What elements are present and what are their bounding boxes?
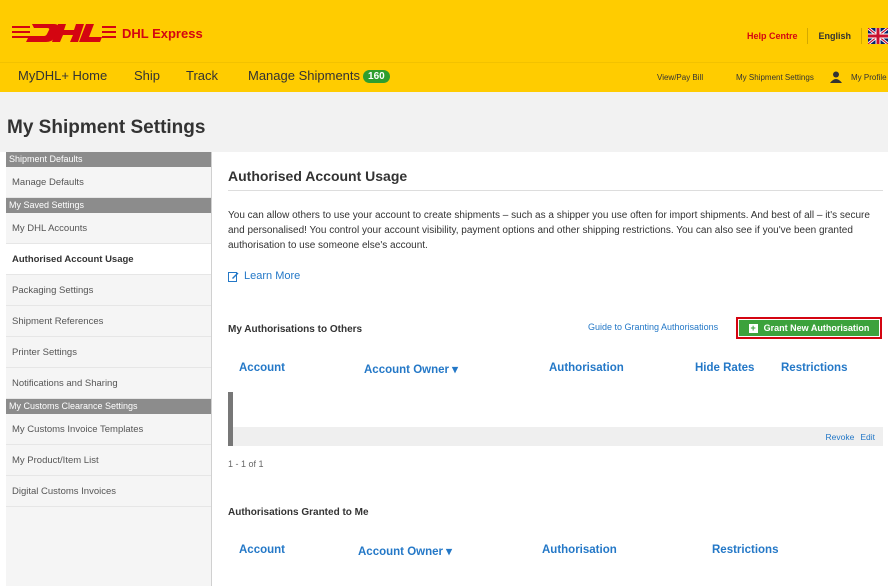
- sidebar-heading: Shipment Defaults: [6, 152, 211, 167]
- divider: [228, 190, 883, 191]
- sidebar-item-authorised-account-usage[interactable]: Authorised Account Usage: [6, 244, 211, 275]
- sidebar-heading: My Saved Settings: [6, 198, 211, 213]
- sidebar-item-printer-settings[interactable]: Printer Settings: [6, 337, 211, 368]
- sidebar-heading: My Customs Clearance Settings: [6, 399, 211, 414]
- learn-more-label: Learn More: [244, 270, 301, 282]
- col-hide-rates[interactable]: Hide Rates: [695, 362, 754, 374]
- nav-view-pay-bill[interactable]: View/Pay Bill: [657, 73, 703, 82]
- nav-ship[interactable]: Ship: [134, 68, 160, 83]
- guide-link[interactable]: Guide to Granting Authorisations: [588, 322, 718, 332]
- plus-icon: +: [748, 322, 758, 333]
- description-text: You can allow others to use your account…: [228, 210, 870, 251]
- nav-home[interactable]: MyDHL+ Home: [18, 68, 107, 83]
- grant-new-authorisation-button[interactable]: + Grant New Authorisation: [739, 320, 879, 336]
- sidebar-item-digital-invoices[interactable]: Digital Customs Invoices: [6, 476, 211, 507]
- table-row: Revoke Edit: [228, 392, 883, 446]
- nav-manage-shipments[interactable]: Manage Shipments 160: [248, 68, 390, 83]
- col-account[interactable]: Account: [239, 544, 285, 556]
- main-nav: MyDHL+ Home Ship Track Manage Shipments 1…: [0, 62, 888, 92]
- nav-my-profile[interactable]: My Profile: [851, 73, 887, 82]
- nav-manage-label: Manage Shipments: [248, 68, 361, 83]
- col-account-owner[interactable]: Account Owner ▾: [358, 544, 452, 558]
- sidebar-item-manage-defaults[interactable]: Manage Defaults: [6, 167, 211, 198]
- my-authorisations-title: My Authorisations to Others: [228, 324, 363, 335]
- sidebar-item-shipment-references[interactable]: Shipment References: [6, 306, 211, 337]
- nav-shipment-settings[interactable]: My Shipment Settings: [736, 73, 814, 82]
- col-account-owner[interactable]: Account Owner ▾: [364, 362, 458, 376]
- help-centre-link[interactable]: Help Centre: [747, 28, 809, 44]
- brand-row: DHL Express Help Centre English: [0, 8, 888, 48]
- row-footer: Revoke Edit: [233, 427, 883, 446]
- col-restrictions[interactable]: Restrictions: [712, 544, 778, 556]
- grant-button-highlight: + Grant New Authorisation: [736, 317, 882, 339]
- granted-to-me-title: Authorisations Granted to Me: [228, 507, 369, 518]
- col-account[interactable]: Account: [239, 362, 285, 374]
- sidebar-item-product-list[interactable]: My Product/Item List: [6, 445, 211, 476]
- col-restrictions[interactable]: Restrictions: [781, 362, 847, 374]
- learn-more-link[interactable]: Learn More: [228, 270, 300, 282]
- sidebar-item-packaging-settings[interactable]: Packaging Settings: [6, 275, 211, 306]
- shipments-count-badge: 160: [363, 70, 390, 83]
- grant-button-label: Grant New Authorisation: [763, 323, 870, 333]
- dhl-logo-icon[interactable]: [12, 22, 116, 44]
- uk-flag-icon[interactable]: [868, 28, 888, 44]
- pagination-count: 1 - 1 of 1: [228, 459, 264, 469]
- language-selector[interactable]: English: [808, 28, 862, 44]
- settings-sidebar: Shipment Defaults Manage Defaults My Sav…: [6, 152, 212, 586]
- brand-name: DHL Express: [122, 26, 203, 41]
- sidebar-item-invoice-templates[interactable]: My Customs Invoice Templates: [6, 414, 211, 445]
- sidebar-item-notifications[interactable]: Notifications and Sharing: [6, 368, 211, 399]
- nav-track[interactable]: Track: [186, 68, 218, 83]
- col-authorisation[interactable]: Authorisation: [549, 362, 624, 374]
- section-title: Authorised Account Usage: [228, 168, 408, 184]
- row-actions: Revoke Edit: [820, 432, 875, 442]
- edit-note-icon: [228, 271, 239, 282]
- revoke-link[interactable]: Revoke: [826, 432, 855, 442]
- page-title: My Shipment Settings: [7, 117, 206, 138]
- col-authorisation[interactable]: Authorisation: [542, 544, 617, 556]
- person-icon: [830, 71, 842, 83]
- top-links: Help Centre English: [747, 26, 888, 46]
- edit-link[interactable]: Edit: [860, 432, 875, 442]
- sidebar-item-dhl-accounts[interactable]: My DHL Accounts: [6, 213, 211, 244]
